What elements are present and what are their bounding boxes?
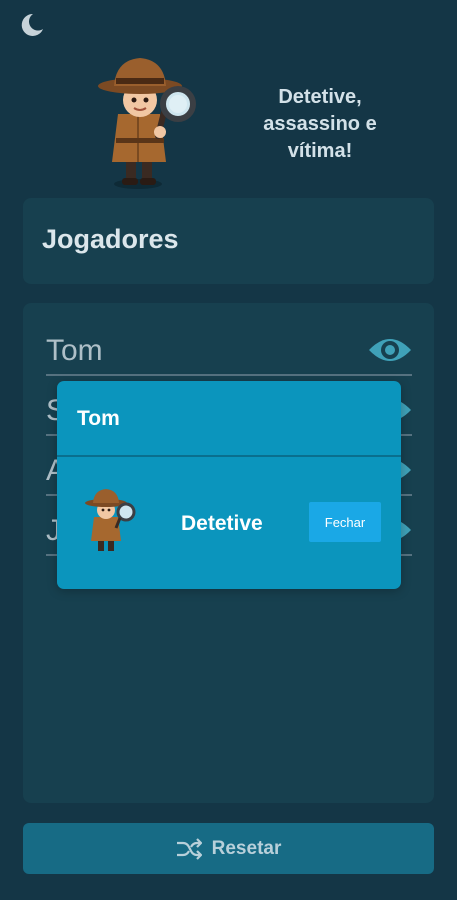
detective-role-image (85, 489, 136, 551)
dialog-divider (57, 455, 401, 457)
dialog-role-label: Detetive (181, 512, 263, 535)
reset-label: Resetar (211, 837, 282, 859)
app-tagline: Detetive, assassino e vítima! (263, 86, 377, 162)
moon-icon[interactable] (16, 10, 46, 40)
detective-mascot-image (98, 58, 196, 189)
eye-icon[interactable] (367, 334, 413, 366)
player-row[interactable]: Tom (46, 329, 412, 376)
reset-button[interactable]: Resetar (23, 823, 434, 874)
player-name[interactable]: Tom (46, 334, 103, 368)
shuffle-icon (176, 837, 202, 860)
dialog-player-name: Tom (77, 407, 120, 430)
players-title: Jogadores (42, 224, 179, 254)
role-dialog: Tom Detetive Fechar (57, 381, 401, 589)
players-header-card: Jogadores (23, 198, 434, 284)
close-button[interactable]: Fechar (309, 502, 381, 542)
